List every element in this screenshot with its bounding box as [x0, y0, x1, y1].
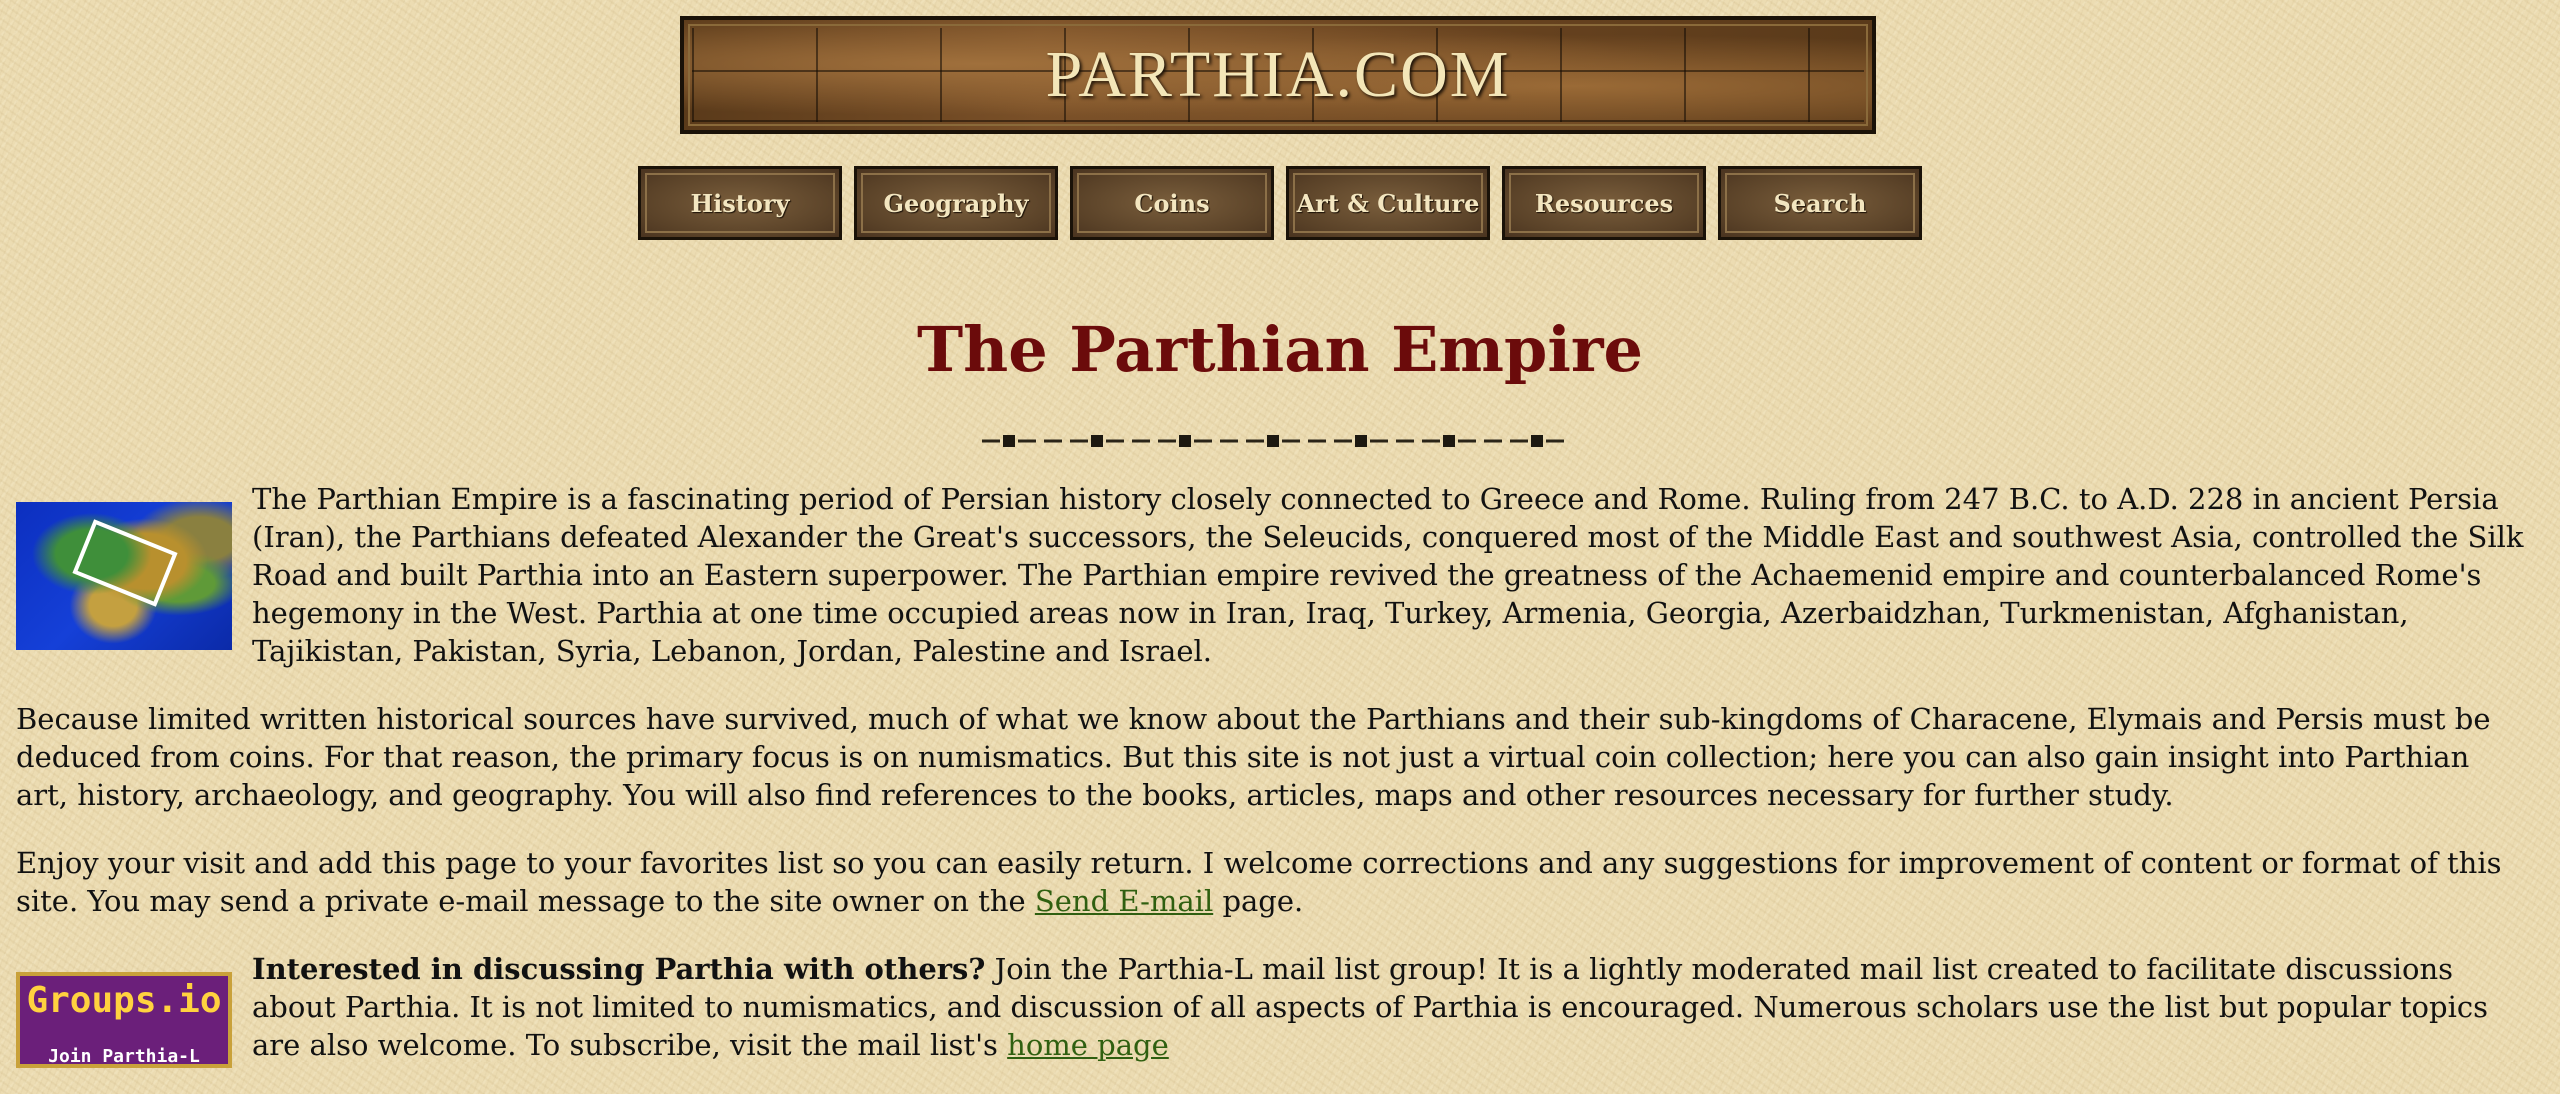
intro-paragraph: The Parthian Empire is a fascinating per… — [252, 482, 2524, 668]
nav-coins-button[interactable]: Coins — [1070, 166, 1274, 240]
nav-art-culture-button[interactable]: Art & Culture — [1286, 166, 1490, 240]
nav-history-button[interactable]: History — [638, 166, 842, 240]
nav-geography-button[interactable]: Geography — [854, 166, 1058, 240]
main-nav: History Geography Coins Art & Culture Re… — [638, 166, 1922, 240]
sources-paragraph: Because limited written historical sourc… — [16, 702, 2491, 812]
enjoy-text-end: page. — [1213, 884, 1304, 918]
nav-search-button[interactable]: Search — [1718, 166, 1922, 240]
enjoy-paragraph: Enjoy your visit and add this page to yo… — [16, 844, 2530, 920]
mail-list-home-link[interactable]: home page — [1007, 1028, 1169, 1062]
ornamental-divider — [982, 435, 1564, 447]
groups-io-logo-text: Groups.io — [26, 980, 222, 1021]
discussion-heading: Interested in discussing Parthia with ot… — [252, 952, 986, 986]
groups-io-logo-subtext: Join Parthia-L — [48, 1046, 200, 1067]
main-content: The Parthian Empire is a fascinating per… — [16, 480, 2530, 1094]
page-title: The Parthian Empire — [916, 313, 1644, 386]
site-banner[interactable]: PARTHIA.COM — [680, 16, 1876, 134]
nav-resources-button[interactable]: Resources — [1502, 166, 1706, 240]
site-title: PARTHIA.COM — [1045, 38, 1511, 111]
map-highlight-rectangle — [72, 519, 178, 607]
send-email-link[interactable]: Send E-mail — [1035, 884, 1213, 918]
parthia-map-image — [16, 502, 232, 650]
groups-io-logo[interactable]: Groups.io Join Parthia-L — [16, 972, 232, 1068]
discussion-paragraph: Interested in discussing Parthia with ot… — [16, 950, 2530, 1064]
